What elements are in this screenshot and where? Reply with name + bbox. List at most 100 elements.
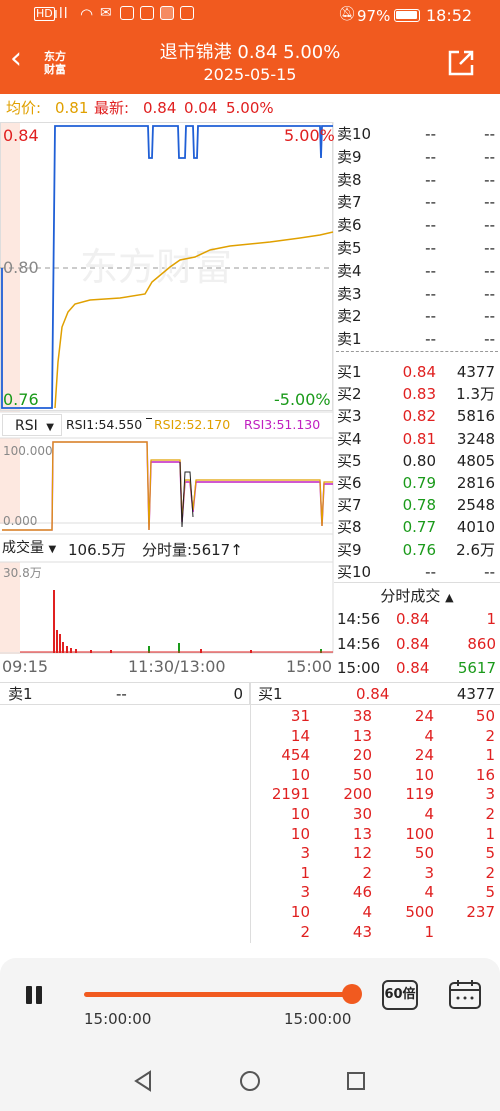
tick-time: 15:00: [337, 659, 381, 677]
ask-row[interactable]: 卖6 -- --: [334, 214, 499, 236]
speed-button[interactable]: 60倍: [382, 980, 418, 1010]
queue-cell: 3: [300, 844, 310, 863]
queue-cell: 5: [485, 844, 495, 863]
bid-price: 0.77: [402, 518, 436, 537]
bid-row[interactable]: 买3 0.82 5816: [334, 405, 499, 427]
queue-row: 10 13 100 1: [250, 825, 500, 845]
vol-fen-text: 分时量:5617: [142, 541, 231, 559]
queue-cell: 2191: [271, 785, 310, 804]
queue-section: 卖1 -- 0 买1 0.84 4377 31 38 24 50 14 13 4 2 454 20…: [0, 682, 500, 943]
queue-cell: 4: [362, 903, 372, 921]
ask-row[interactable]: 卖3 -- --: [334, 283, 499, 305]
calendar-icon[interactable]: [448, 978, 482, 1010]
queue-row: 10 4 500 237: [250, 903, 500, 923]
progress-track[interactable]: [84, 992, 352, 997]
ask-row[interactable]: 卖4 -- --: [334, 260, 499, 282]
queue-cell: 3: [424, 863, 434, 882]
ask-price: --: [425, 330, 436, 349]
nav-home-icon[interactable]: [239, 1070, 261, 1092]
bid-row[interactable]: 买2 0.83 1.3万: [334, 383, 499, 405]
sell1-header: 卖1 -- 0: [0, 683, 250, 705]
queue-cell: 3: [485, 785, 495, 804]
pause-icon[interactable]: [24, 986, 46, 1006]
bid-row[interactable]: 买4 0.81 3248: [334, 428, 499, 450]
nav-recent-icon[interactable]: [345, 1070, 367, 1092]
app-icon: [180, 6, 194, 20]
queue-cell: 2: [485, 863, 495, 882]
bid-label: 买9: [337, 540, 362, 559]
queue-cell: 38: [352, 707, 372, 725]
rsi-top-label: 100.000: [3, 444, 53, 458]
bid-label: 买7: [337, 496, 362, 515]
bid-price: 0.80: [402, 451, 436, 470]
queue-cell: 31: [290, 707, 310, 725]
bid-vol: 4010: [456, 518, 495, 537]
queue-row: 2191 200 119 3: [250, 785, 500, 805]
ask-row[interactable]: 卖7 -- --: [334, 191, 499, 213]
ask-row[interactable]: 卖10 -- --: [334, 123, 499, 145]
chart-area[interactable]: 东方财富 0.84 0.80 0.76 5.00% -5.00% RSI ▼ R…: [0, 122, 335, 682]
ask-vol: --: [484, 307, 495, 326]
price-bar: 均价: 0.81 最新: 0.84 0.04 5.00%: [0, 94, 500, 122]
rsi-selector[interactable]: RSI ▼: [2, 414, 62, 436]
dropdown-icon: ▼: [48, 544, 57, 555]
hd-icon: HD: [34, 7, 55, 21]
queue-cell: 10: [290, 765, 310, 784]
queue-cell: 200: [343, 785, 372, 804]
vol-bar: [62, 642, 64, 653]
bid-label: 买3: [337, 407, 362, 426]
ask-row[interactable]: 卖1 -- --: [334, 328, 499, 350]
queue-row: 2 43 1: [250, 923, 500, 943]
queue-cell: 4: [424, 805, 434, 823]
queue-cell: 50: [414, 844, 434, 863]
ask-label: 卖8: [337, 170, 362, 189]
bid-vol: 2548: [456, 496, 495, 515]
bid-row[interactable]: 买5 0.80 4805: [334, 450, 499, 472]
bid-row[interactable]: 买6 0.79 2816: [334, 472, 499, 494]
ask-price: --: [425, 193, 436, 212]
sell1-label: 卖1: [8, 685, 33, 703]
app-icon: [160, 6, 174, 20]
queue-row: 3 46 4 5: [250, 883, 500, 903]
ask-row[interactable]: 卖8 -- --: [334, 169, 499, 191]
bid-price: 0.79: [402, 474, 436, 492]
page-title: 退市锦港 0.84 5.00%: [159, 42, 341, 63]
latest-value: 0.84: [143, 99, 177, 117]
bid-row[interactable]: 买10 -- --: [334, 561, 499, 583]
ask-price: --: [425, 239, 436, 257]
status-bar: HD ıll ◠ ✉ 🔕︎ 97% 18:52: [0, 0, 500, 34]
queue-cell: 119: [405, 785, 434, 804]
bid-row[interactable]: 买1 0.84 4377: [334, 361, 499, 383]
player-bar: 15:00:00 15:00:00 60倍: [0, 958, 500, 1050]
progress-handle[interactable]: [342, 984, 362, 1004]
queue-row: 10 30 4 2: [250, 805, 500, 825]
ask-vol: --: [484, 330, 495, 349]
ask-label: 卖1: [337, 330, 362, 349]
bid-row[interactable]: 买9 0.76 2.6万: [334, 539, 499, 561]
share-icon[interactable]: [446, 48, 476, 78]
header: ‹ 东方 财富 退市锦港 0.84 5.00% 2025-05-15: [0, 34, 500, 94]
ask-row[interactable]: 卖2 -- --: [334, 305, 499, 327]
nav-back-icon[interactable]: [132, 1070, 154, 1092]
pct-low-label: -5.00%: [274, 390, 331, 409]
bid-vol: 2816: [456, 474, 495, 492]
bid-row[interactable]: 买7 0.78 2548: [334, 494, 499, 516]
tick-vol: 5617: [457, 659, 496, 677]
ask-vol: --: [484, 170, 495, 189]
rsi3-value: RSI3:51.130: [244, 417, 321, 432]
tick-time: 14:56: [337, 610, 381, 628]
queue-row: 454 20 24 1: [250, 746, 500, 766]
bid-row[interactable]: 买8 0.77 4010: [334, 516, 499, 538]
vol-selector[interactable]: 成交量 ▼: [2, 536, 56, 560]
ask-vol: --: [484, 216, 495, 235]
ask-row[interactable]: 卖9 -- --: [334, 146, 499, 168]
buy1-label: 买1: [258, 685, 283, 703]
rsi2-value: RSI2:52.170: [154, 417, 231, 432]
queue-cell: 43: [352, 922, 372, 941]
tick-vol: 860: [467, 634, 496, 653]
ask-row[interactable]: 卖5 -- --: [334, 237, 499, 259]
latest-label: 最新:: [94, 99, 130, 117]
volume-bars: [20, 590, 333, 653]
ticks-title[interactable]: 分时成交 ▲: [334, 582, 500, 611]
back-icon[interactable]: ‹: [10, 44, 22, 74]
